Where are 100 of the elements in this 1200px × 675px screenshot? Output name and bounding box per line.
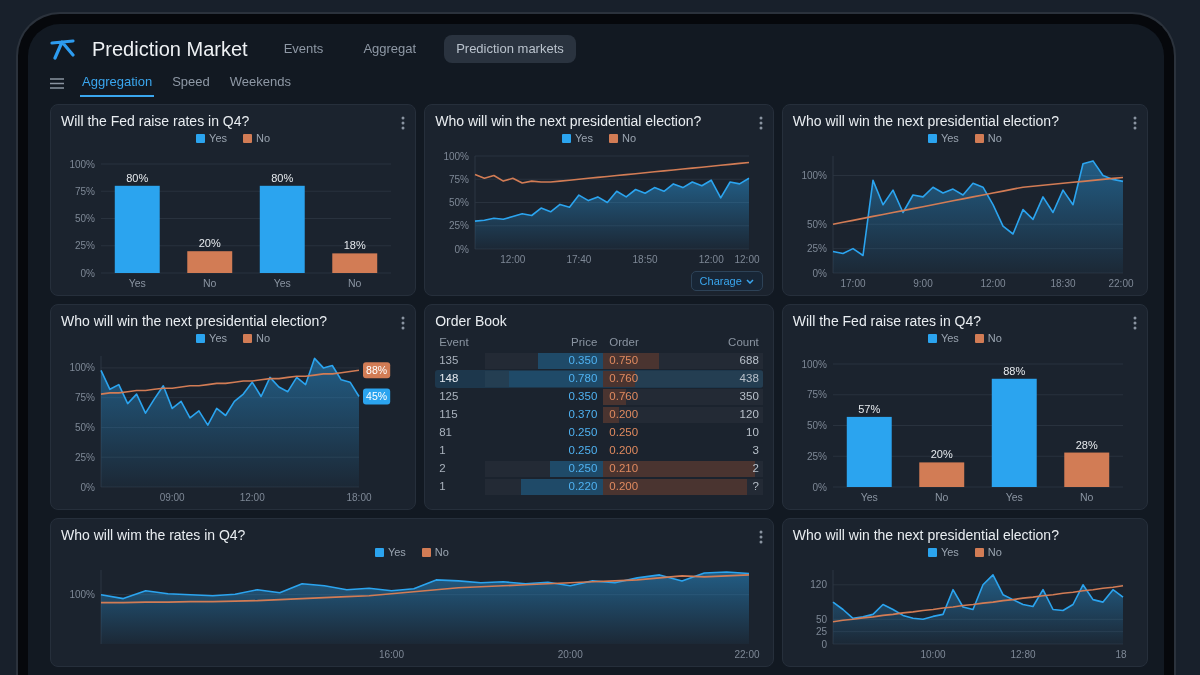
axis-tick-label: 22:00 xyxy=(1108,278,1134,289)
value-badge: 88% xyxy=(363,362,391,379)
axis-tick-label: 100% xyxy=(801,170,827,181)
view-tab[interactable]: Aggregation xyxy=(80,69,155,97)
value-badge: 45% xyxy=(363,388,391,405)
axis-tick-label: 12:00 xyxy=(698,254,724,265)
order-row[interactable]: 2 0.250 0.210 2 xyxy=(435,460,763,478)
axis-tick-label: 0 xyxy=(821,638,827,650)
axis-tick-label: 100% xyxy=(69,158,95,170)
legend-label: Yes xyxy=(209,330,228,346)
count-value: 120 xyxy=(739,407,760,423)
axis-tick-label: 10:00 xyxy=(920,649,946,660)
axis-tick-label: 25 xyxy=(815,626,827,638)
dropdown-button[interactable]: Charage xyxy=(690,271,763,291)
legend-label: Yes xyxy=(387,544,406,560)
axis-tick-label: 25% xyxy=(806,450,827,462)
column-header: Price xyxy=(571,335,599,351)
kebab-menu-icon[interactable] xyxy=(401,116,406,130)
axis-tick-label: 75% xyxy=(806,389,827,401)
price-value: 0.220 xyxy=(568,479,599,495)
axis-tick-label: 120 xyxy=(810,579,827,591)
axis-tick-label: 18:30 xyxy=(1050,278,1076,289)
kebab-menu-icon[interactable] xyxy=(1133,116,1137,130)
order-row[interactable]: 81 0.250 0.250 10 xyxy=(435,424,763,442)
count-value: ? xyxy=(752,479,760,495)
order-value: 0.250 xyxy=(608,425,639,441)
chart-bar xyxy=(919,462,964,487)
order-value: 0.750 xyxy=(608,353,639,369)
legend-label: No xyxy=(256,330,271,346)
count-value: 350 xyxy=(739,389,760,405)
kebab-menu-icon[interactable] xyxy=(758,116,763,130)
order-row[interactable]: 148 0.780 0.760 438 xyxy=(435,370,763,388)
app-title: Prediction Market xyxy=(92,37,248,62)
order-value: 0.200 xyxy=(608,479,639,495)
nav-tab[interactable]: Prediction markets xyxy=(444,35,576,63)
card-title: Who will wim the rates in Q4? xyxy=(61,526,246,544)
card-title: Who will win the next presidential election? xyxy=(435,112,702,130)
price-value: 0.250 xyxy=(568,443,599,459)
legend-label: No xyxy=(621,130,636,146)
axis-tick-label: 0% xyxy=(454,243,470,255)
card-title: Who will win the next presidential election? xyxy=(792,526,1059,544)
value-label: 80% xyxy=(271,171,294,184)
view-tab[interactable]: Weekends xyxy=(227,69,293,97)
kebab-menu-icon[interactable] xyxy=(758,530,763,544)
kebab-menu-icon[interactable] xyxy=(401,316,406,330)
chart-bar xyxy=(332,253,378,273)
legend-label: Yes xyxy=(209,130,228,146)
legend-label: No xyxy=(987,544,1002,560)
card-title: Will the Fed raise rates in Q4? xyxy=(792,312,982,330)
nav-tab[interactable]: Aggregat xyxy=(351,35,429,63)
order-row[interactable]: 1 0.250 0.200 3 xyxy=(435,442,763,460)
column-header: Order xyxy=(608,335,639,351)
legend-label: Yes xyxy=(575,130,593,146)
column-header: Count xyxy=(728,335,760,351)
event-value: 81 xyxy=(438,425,453,441)
axis-tick-label: 25% xyxy=(806,243,827,255)
axis-tick-label: 9:00 xyxy=(913,278,933,289)
axis-tick-label: No xyxy=(348,277,362,289)
caret-icon xyxy=(745,278,754,284)
order-row[interactable]: 1 0.220 0.200 ? xyxy=(435,478,763,496)
axis-tick-label: 0% xyxy=(80,481,95,493)
axis-tick-label: No xyxy=(934,491,949,503)
axis-tick-label: 18 xyxy=(1115,649,1127,660)
axis-tick-label: 25% xyxy=(449,220,470,232)
axis-tick-label: 100% xyxy=(443,150,470,162)
nav-tab[interactable]: Events xyxy=(271,35,336,63)
value-label: 18% xyxy=(343,239,366,252)
count-value: 10 xyxy=(746,425,760,441)
axis-tick-label: 50% xyxy=(806,218,827,230)
axis-tick-label: Yes xyxy=(128,277,146,289)
axis-tick-label: 17:40 xyxy=(566,254,592,265)
order-value: 0.200 xyxy=(608,443,639,459)
axis-tick-label: Yes xyxy=(1005,491,1023,503)
axis-tick-label: 25% xyxy=(75,240,95,252)
axis-tick-label: Yes xyxy=(860,491,878,503)
axis-tick-label: 0% xyxy=(812,481,827,493)
card-title: Order Book xyxy=(435,312,508,330)
order-row[interactable]: 115 0.370 0.200 120 xyxy=(435,406,763,424)
value-label: 57% xyxy=(858,402,881,415)
event-value: 1 xyxy=(438,479,447,495)
chart-bar xyxy=(187,251,233,273)
event-value: 115 xyxy=(438,407,459,423)
axis-tick-label: 12:00 xyxy=(980,278,1006,289)
order-value: 0.210 xyxy=(608,461,639,477)
legend-label: No xyxy=(987,330,1002,346)
column-header: Event xyxy=(438,335,470,351)
price-value: 0.250 xyxy=(568,461,599,477)
legend-label: Yes xyxy=(940,544,959,560)
menu-icon[interactable] xyxy=(50,77,64,89)
axis-tick-label: 50% xyxy=(449,197,470,208)
view-tab[interactable]: Speed xyxy=(170,69,212,97)
kebab-menu-icon[interactable] xyxy=(1133,316,1137,330)
legend-label: No xyxy=(256,130,271,146)
axis-tick-label: 100% xyxy=(69,589,95,601)
order-row[interactable]: 135 0.350 0.750 688 xyxy=(435,352,763,370)
count-value: 438 xyxy=(739,371,760,387)
event-value: 2 xyxy=(438,461,447,477)
order-row[interactable]: 125 0.350 0.760 350 xyxy=(435,388,763,406)
axis-tick-label: 20:00 xyxy=(557,649,583,660)
count-value: 2 xyxy=(752,461,760,477)
